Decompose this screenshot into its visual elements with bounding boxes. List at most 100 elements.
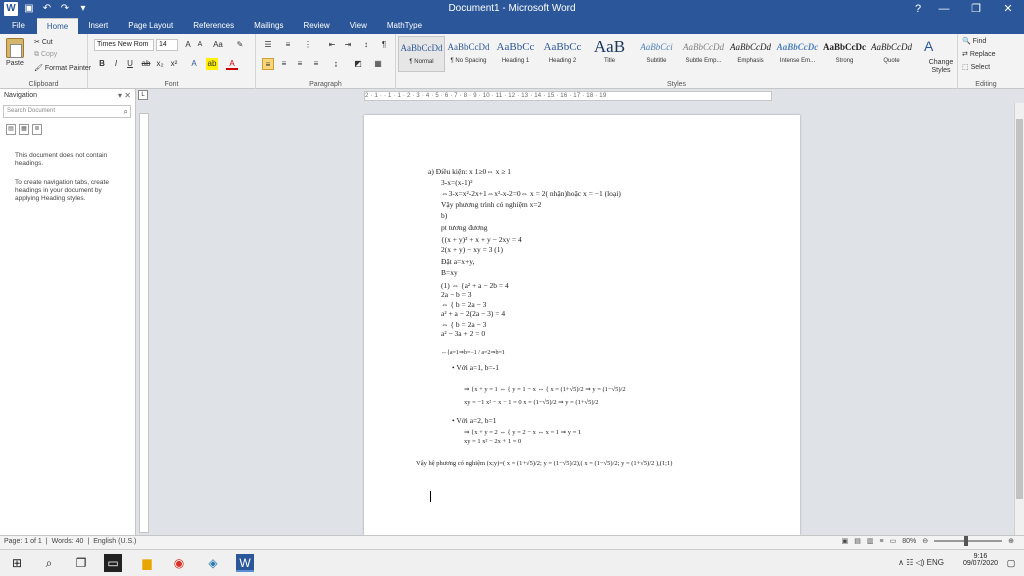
- shrink-font-icon[interactable]: A: [194, 39, 206, 51]
- find-button[interactable]: 🔍 Find: [962, 37, 986, 45]
- tab-insert[interactable]: Insert: [78, 18, 118, 34]
- tab-view[interactable]: View: [340, 18, 377, 34]
- input-language[interactable]: ENG: [927, 558, 944, 567]
- grow-font-icon[interactable]: A: [182, 39, 194, 51]
- change-styles-icon[interactable]: A: [924, 38, 933, 54]
- font-size-box[interactable]: 14: [156, 39, 178, 51]
- outline-icon[interactable]: ≡: [880, 538, 884, 545]
- document-page[interactable]: a) Điều kiện: x 1≥0⇔ x ≥ 1 3-x=(x-1)² ⇔3…: [364, 115, 800, 535]
- borders-icon[interactable]: ▦: [372, 58, 384, 70]
- network-icon[interactable]: ☷: [906, 558, 913, 567]
- vertical-ruler[interactable]: [139, 113, 149, 533]
- zoom-in-icon[interactable]: ⊕: [1008, 537, 1014, 545]
- style-subtle-emphasis[interactable]: AaBbCcDd Subtle Emp...: [680, 36, 727, 72]
- line-spacing-icon[interactable]: ↨: [330, 58, 342, 70]
- tab-mathtype[interactable]: MathType: [377, 18, 432, 34]
- zoom-slider[interactable]: [934, 536, 1003, 546]
- restore-button[interactable]: ❐: [960, 0, 992, 18]
- bullets-icon[interactable]: ☰: [262, 39, 274, 51]
- strikethrough-icon[interactable]: ab: [140, 58, 152, 70]
- vertical-scrollbar[interactable]: [1014, 103, 1024, 535]
- tab-mailings[interactable]: Mailings: [244, 18, 293, 34]
- task-view-icon[interactable]: ❐: [72, 554, 90, 572]
- windows-start-icon[interactable]: ⊞: [8, 554, 26, 572]
- minimize-button[interactable]: —: [928, 0, 960, 18]
- help-button[interactable]: ?: [908, 0, 928, 18]
- cut-button[interactable]: ✂ Cut: [34, 38, 53, 46]
- select-button[interactable]: ⬚ Select: [962, 63, 990, 71]
- system-tray[interactable]: ∧ ☷ ◁) ENG: [898, 558, 944, 567]
- zoom-out-icon[interactable]: ⊖: [922, 537, 928, 545]
- page-count[interactable]: Page: 1 of 1: [4, 538, 42, 545]
- search-input[interactable]: Search Document ⌕: [3, 105, 131, 118]
- clock[interactable]: 9:16 09/07/2020: [963, 553, 998, 567]
- close-button[interactable]: ✕: [992, 0, 1024, 18]
- style-title[interactable]: AaB Title: [586, 36, 633, 72]
- align-center-icon[interactable]: ≡: [278, 58, 290, 70]
- draft-icon[interactable]: ▭: [890, 537, 897, 545]
- tab-home[interactable]: Home: [36, 18, 79, 34]
- search-icon[interactable]: ⌕: [40, 554, 58, 572]
- superscript-icon[interactable]: x²: [168, 58, 180, 70]
- zoom-thumb[interactable]: [964, 536, 969, 546]
- style-heading-2[interactable]: AaBbCc Heading 2: [539, 36, 586, 72]
- clear-format-icon[interactable]: ✎: [234, 39, 246, 51]
- volume-icon[interactable]: ◁): [916, 558, 925, 567]
- style-normal[interactable]: AaBbCcDd ¶ Normal: [398, 36, 445, 72]
- tab-file[interactable]: File: [0, 18, 37, 34]
- style-heading-1[interactable]: AaBbCc Heading 1: [492, 36, 539, 72]
- search-icon[interactable]: ⌕: [124, 106, 128, 117]
- style-intense-emphasis[interactable]: AaBbCcDc Intense Em...: [774, 36, 821, 72]
- shading-icon[interactable]: ◩: [352, 58, 364, 70]
- replace-button[interactable]: ⇄ Replace: [962, 50, 996, 58]
- multilevel-list-icon[interactable]: ⋮: [302, 39, 314, 51]
- chrome-icon[interactable]: ◉: [170, 554, 188, 572]
- style-subtitle[interactable]: AaBbCci Subtitle: [633, 36, 680, 72]
- bold-icon[interactable]: B: [96, 58, 108, 70]
- word-count[interactable]: Words: 40: [52, 538, 84, 545]
- align-right-icon[interactable]: ≡: [294, 58, 306, 70]
- word-taskbar-icon[interactable]: W: [236, 554, 254, 572]
- change-case-icon[interactable]: Aa: [212, 39, 224, 51]
- print-layout-icon[interactable]: ▣: [842, 537, 849, 545]
- text-effects-icon[interactable]: A: [188, 58, 200, 70]
- pages-tab-icon[interactable]: ▦: [19, 124, 29, 135]
- language-status[interactable]: English (U.S.): [93, 538, 136, 545]
- results-tab-icon[interactable]: ≣: [32, 124, 42, 135]
- justify-icon[interactable]: ≡: [310, 58, 322, 70]
- italic-icon[interactable]: I: [110, 58, 122, 70]
- decrease-indent-icon[interactable]: ⇤: [326, 39, 338, 51]
- change-styles-button[interactable]: Change Styles: [926, 59, 956, 75]
- style-no-spacing[interactable]: AaBbCcDd ¶ No Spacing: [445, 36, 492, 72]
- paste-button[interactable]: Paste: [6, 60, 24, 67]
- notifications-icon[interactable]: ▢: [1002, 554, 1020, 572]
- sort-icon[interactable]: ↕: [360, 39, 372, 51]
- chevron-up-icon[interactable]: ∧: [898, 558, 904, 567]
- tab-review[interactable]: Review: [293, 18, 339, 34]
- increase-indent-icon[interactable]: ⇥: [342, 39, 354, 51]
- font-color-icon[interactable]: A: [226, 58, 238, 70]
- highlight-icon[interactable]: ab: [206, 58, 218, 70]
- style-strong[interactable]: AaBbCcDc Strong: [821, 36, 868, 72]
- copy-button[interactable]: ⧉ Copy: [34, 51, 57, 59]
- underline-icon[interactable]: U: [124, 58, 136, 70]
- font-name-box[interactable]: Times New Rom: [94, 39, 154, 51]
- format-painter-button[interactable]: 🖌 Format Painter: [34, 64, 91, 72]
- show-marks-icon[interactable]: ¶: [378, 39, 390, 51]
- scroll-thumb[interactable]: [1016, 119, 1023, 499]
- numbering-icon[interactable]: ≡: [282, 39, 294, 51]
- app-icon[interactable]: ◈: [204, 554, 222, 572]
- tab-selector-icon[interactable]: L: [138, 90, 148, 100]
- zoom-level[interactable]: 80%: [902, 538, 916, 545]
- align-left-icon[interactable]: ≡: [262, 58, 274, 70]
- file-explorer-icon[interactable]: ▆: [138, 554, 156, 572]
- tab-references[interactable]: References: [183, 18, 244, 34]
- headings-tab-icon[interactable]: ▤: [6, 124, 16, 135]
- style-quote[interactable]: AaBbCcDd Quote: [868, 36, 915, 72]
- paste-icon[interactable]: [6, 38, 24, 58]
- style-emphasis[interactable]: AaBbCcDd Emphasis: [727, 36, 774, 72]
- terminal-icon[interactable]: ▭: [104, 554, 122, 572]
- subscript-icon[interactable]: x₂: [154, 58, 166, 70]
- tab-page-layout[interactable]: Page Layout: [118, 18, 183, 34]
- close-icon[interactable]: ▾ ✕: [118, 91, 131, 100]
